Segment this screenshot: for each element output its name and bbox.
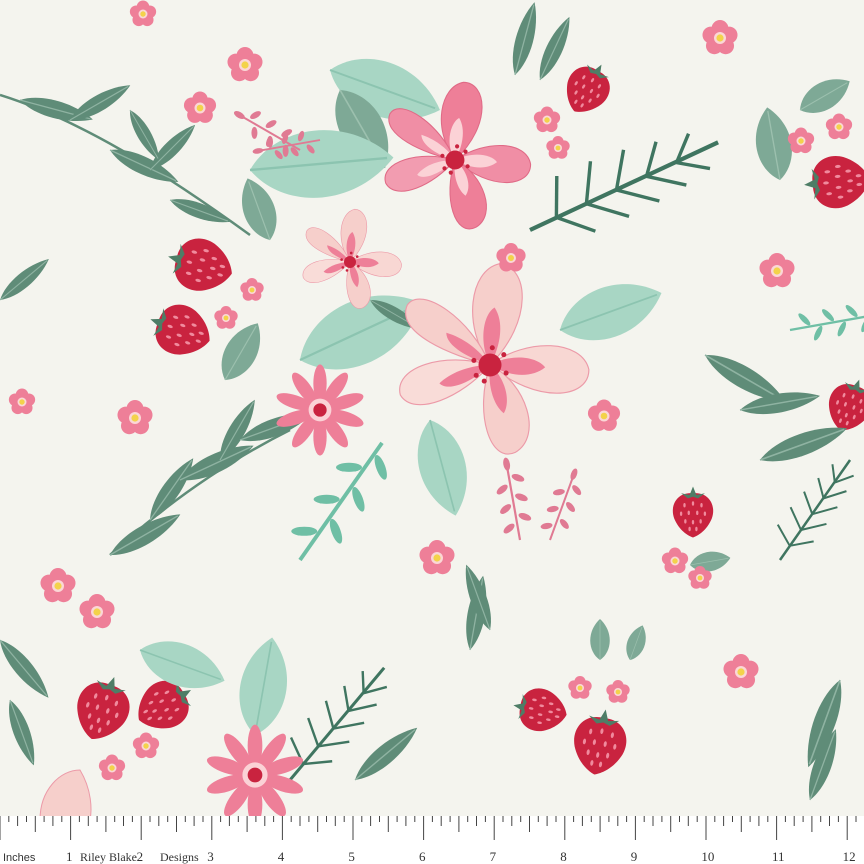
floral-strawberry-print xyxy=(0,0,864,864)
ruler-number: 4 xyxy=(278,849,285,864)
ruler-number: 8 xyxy=(560,849,567,864)
ruler-brand-left: Riley Blake xyxy=(80,850,137,864)
ruler-number: 2 xyxy=(137,849,144,864)
ruler-number: 12 xyxy=(843,849,856,864)
ruler-number: 11 xyxy=(772,849,785,864)
ruler-number: 10 xyxy=(701,849,714,864)
ruler-number: 3 xyxy=(207,849,214,864)
ruler-number: 6 xyxy=(419,849,426,864)
ruler-number: 9 xyxy=(631,849,638,864)
selvage-ruler: Inches Riley Blake Designs 1 2 3 4 5 6 7 8 9 10 11… xyxy=(0,816,864,864)
fabric-swatch: Inches Riley Blake Designs 1 2 3 4 5 6 7 8 9 10 11… xyxy=(0,0,864,864)
ruler-unit-label: Inches xyxy=(3,852,36,864)
ruler-brand-right: Designs xyxy=(160,850,199,864)
ruler-number: 5 xyxy=(348,849,355,864)
ruler-number: 1 xyxy=(66,849,73,864)
ruler-number: 7 xyxy=(490,849,497,864)
